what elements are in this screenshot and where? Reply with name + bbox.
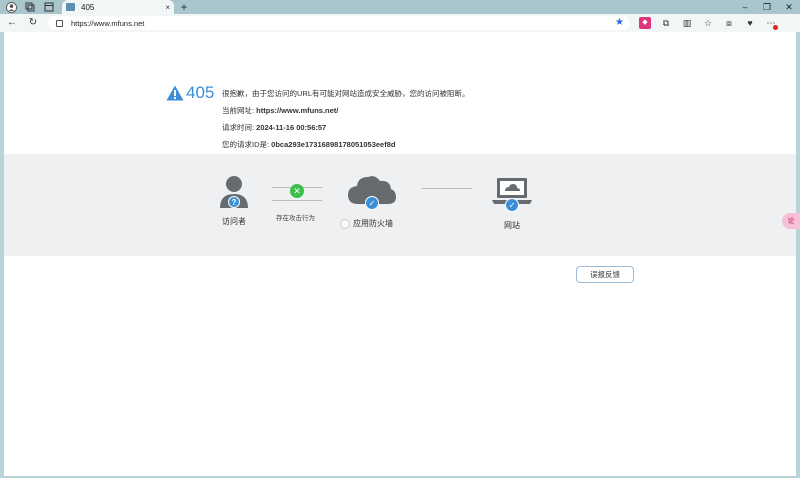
- current-url-value: https://www.mfuns.net/: [256, 106, 339, 115]
- blocked-x-icon: ✕: [290, 184, 304, 198]
- firewall-check-icon: ✓: [365, 196, 379, 210]
- collections-icon[interactable]: [24, 1, 36, 13]
- lock-icon[interactable]: [56, 19, 63, 27]
- connection-line: [422, 188, 472, 189]
- minimize-button[interactable]: –: [734, 0, 756, 14]
- error-header: 405: [166, 83, 214, 103]
- address-bar[interactable]: https://www.mfuns.net ★: [48, 16, 630, 30]
- current-url-row: 当前网址: https://www.mfuns.net/: [222, 105, 338, 116]
- firewall-label-row: 应用防火墙: [340, 218, 393, 229]
- refresh-button[interactable]: ↻: [27, 17, 39, 29]
- request-time-value: 2024-11-16 00:56:57: [256, 123, 327, 132]
- question-badge-icon: ?: [228, 196, 240, 208]
- close-tab-icon[interactable]: ×: [165, 3, 170, 12]
- block-message: 很抱歉，由于您访问的URL有可能对网站造成安全威胁，您的访问被阻断。: [222, 89, 470, 98]
- tab-title: 405: [81, 2, 95, 12]
- extension-pink-icon[interactable]: ◆: [639, 17, 651, 29]
- favorite-star-icon[interactable]: ★: [615, 17, 624, 28]
- attack-arrows: ✕: [272, 182, 324, 206]
- request-id-row: 您的请求ID是: 0bca293e17316898178051053eef8d: [222, 139, 395, 150]
- new-tab-button[interactable]: +: [178, 0, 190, 14]
- url-text: https://www.mfuns.net: [71, 18, 145, 28]
- title-bar: 405 × + – ❐ ✕: [0, 0, 800, 14]
- website-label: 网站: [504, 221, 520, 230]
- page-viewport: 405 很抱歉，由于您访问的URL有可能对网站造成安全威胁，您的访问被阻断。 当…: [4, 32, 800, 476]
- more-menu-icon[interactable]: ⋯: [765, 17, 778, 30]
- visitor-user-icon: ?: [218, 174, 250, 212]
- arrow-left-icon: [272, 200, 322, 201]
- restore-button[interactable]: ❐: [756, 0, 778, 14]
- website-check-icon: ✓: [505, 198, 519, 212]
- firewall-logo-icon: [340, 218, 350, 229]
- profile-icon[interactable]: [5, 1, 17, 13]
- side-float-badge[interactable]: 论: [782, 213, 800, 229]
- split-screen-icon[interactable]: ▥: [681, 17, 693, 29]
- request-time-row: 请求时间: 2024-11-16 00:56:57: [222, 122, 326, 133]
- firewall-label: 应用防火墙: [353, 219, 393, 228]
- warning-icon: [166, 85, 184, 101]
- website-node: ✓ 网站: [492, 178, 532, 231]
- back-button[interactable]: ←: [6, 17, 18, 29]
- diagram-band: [4, 154, 796, 256]
- firewall-cloud-icon: ✓: [348, 174, 396, 212]
- request-time-label: 请求时间:: [222, 123, 257, 132]
- current-url-label: 当前网址:: [222, 106, 257, 115]
- collections-toolbar-icon[interactable]: ⧈: [723, 17, 735, 29]
- request-id-value: 0bca293e17316898178051053eef8d: [271, 140, 396, 149]
- visitor-label: 访问者: [222, 217, 246, 226]
- performance-icon[interactable]: ♥: [744, 17, 756, 29]
- attack-label: 存在攻击行为: [276, 215, 315, 222]
- request-id-label: 您的请求ID是:: [222, 140, 272, 149]
- visitor-node: ? 访问者: [218, 174, 250, 227]
- false-positive-feedback-button[interactable]: 误报反馈: [576, 266, 634, 283]
- tab-actions-icon[interactable]: [43, 1, 55, 13]
- website-laptop-icon: ✓: [492, 178, 532, 212]
- tab-active[interactable]: 405 ×: [62, 0, 174, 14]
- site-favicon-icon: [66, 3, 75, 11]
- favorites-icon[interactable]: ☆: [702, 17, 714, 29]
- toolbar: ← ↻ https://www.mfuns.net ★ ◆ ⧉ ▥ ☆ ⧈ ♥ …: [0, 14, 800, 32]
- close-window-button[interactable]: ✕: [778, 0, 800, 14]
- extensions-puzzle-icon[interactable]: ⧉: [660, 17, 672, 29]
- error-code: 405: [186, 83, 215, 102]
